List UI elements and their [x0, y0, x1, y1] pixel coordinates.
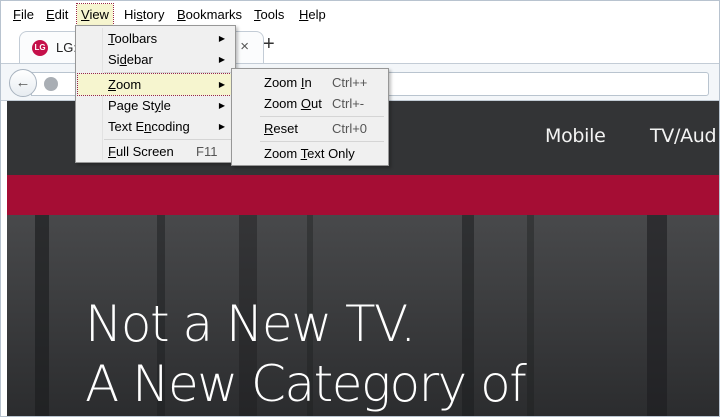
submenu-arrow-icon: ▶ — [218, 34, 225, 43]
lg-favicon-icon: LG — [32, 40, 48, 56]
hero-banner: Not a New TV. A New Category of — [7, 215, 719, 417]
new-tab-button[interactable]: + — [263, 32, 275, 56]
submenu-arrow-icon: ▶ — [218, 55, 225, 64]
menu-help[interactable]: Help — [299, 6, 326, 24]
submenu-arrow-icon: ▶ — [218, 80, 225, 89]
menu-item-zoom-in[interactable]: Zoom In Ctrl++ — [234, 72, 386, 93]
submenu-arrow-icon: ▶ — [218, 101, 225, 110]
hero-heading-line-1: Not a New TV. — [85, 295, 416, 353]
menu-item-full-screen[interactable]: Full Screen F11 — [78, 141, 233, 162]
menu-separator — [104, 72, 231, 73]
menu-separator — [260, 141, 384, 142]
menu-item-page-style[interactable]: Page Style ▶ — [78, 95, 233, 116]
nav-link-tv-audio[interactable]: TV/Aud — [650, 125, 717, 147]
accent-red-bar — [7, 175, 719, 215]
shortcut-zoom-in: Ctrl++ — [332, 75, 368, 90]
shortcut-zoom-out: Ctrl+- — [332, 96, 365, 111]
menu-file[interactable]: File — [13, 6, 34, 24]
shortcut-reset: Ctrl+0 — [332, 121, 368, 136]
shortcut-full-screen: F11 — [196, 144, 218, 159]
close-tab-icon[interactable]: × — [240, 38, 249, 55]
menu-bar: File Edit View History Bookmarks Tools H… — [1, 1, 719, 27]
back-button[interactable]: ← — [9, 69, 37, 97]
zoom-submenu: Zoom In Ctrl++ Zoom Out Ctrl+- Reset Ctr… — [231, 68, 389, 166]
menu-item-reset[interactable]: Reset Ctrl+0 — [234, 118, 386, 139]
menu-item-sidebar[interactable]: Sidebar ▶ — [78, 49, 233, 70]
menu-tools[interactable]: Tools — [254, 6, 284, 24]
tree-silhouette — [35, 215, 49, 417]
submenu-arrow-icon: ▶ — [218, 122, 225, 131]
menu-history[interactable]: History — [124, 6, 164, 24]
tree-silhouette — [647, 215, 667, 417]
tree-silhouette — [527, 215, 534, 417]
hero-heading-line-2: A New Category of — [85, 355, 527, 413]
menu-bookmarks[interactable]: Bookmarks — [177, 6, 242, 24]
menu-item-zoom-text-only[interactable]: Zoom Text Only — [234, 143, 386, 164]
nav-link-mobile[interactable]: Mobile — [545, 125, 606, 147]
tab-title: LG: — [56, 40, 77, 55]
menu-item-zoom[interactable]: Zoom ▶ — [77, 73, 234, 96]
menu-view[interactable]: View — [76, 3, 114, 26]
globe-icon — [44, 77, 58, 91]
menu-separator — [104, 139, 231, 140]
menu-item-text-encoding[interactable]: Text Encoding ▶ — [78, 116, 233, 137]
menu-edit[interactable]: Edit — [46, 6, 68, 24]
menu-item-zoom-out[interactable]: Zoom Out Ctrl+- — [234, 93, 386, 114]
menu-item-toolbars[interactable]: Toolbars ▶ — [78, 28, 233, 49]
menu-separator — [260, 116, 384, 117]
view-menu-dropdown: Toolbars ▶ Sidebar ▶ Zoom ▶ Page Style ▶… — [75, 25, 236, 163]
